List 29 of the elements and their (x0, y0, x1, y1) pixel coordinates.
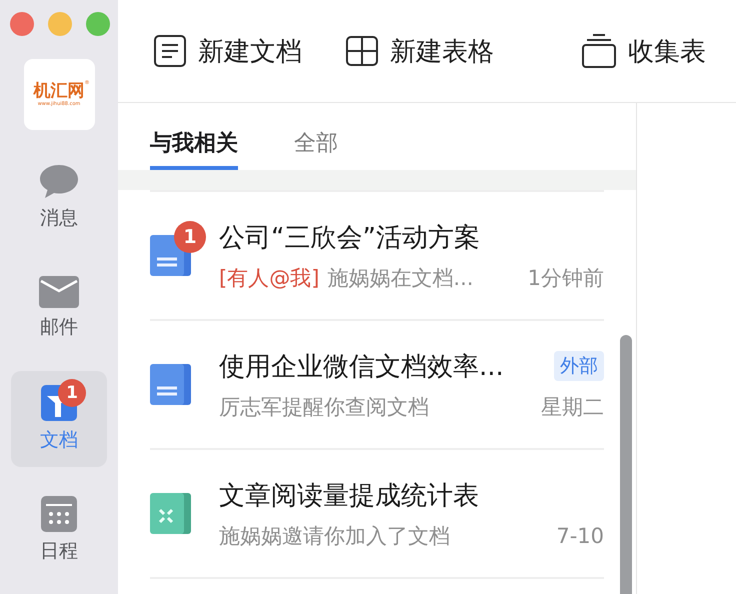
mention-label: [有人@我] (219, 264, 320, 292)
sidebar-item[interactable]: 文档 1 (11, 371, 107, 467)
document-activity: 厉志军提醒你查阅文档 (219, 394, 429, 420)
document-row[interactable]: 使用企业微信文档效率... 外部 厉志军提醒你查阅文档 星期二 (150, 319, 604, 448)
document-row[interactable]: 文章阅读量提成统计表 施娲娲邀请你加入了文档 7-10 (150, 448, 604, 577)
unread-badge: 1 (58, 379, 86, 407)
sidebar-item[interactable]: 日程 (11, 482, 107, 578)
sidebar-label: 文档 (40, 428, 78, 453)
document-activity: 施娲娲邀请你加入了文档 (219, 522, 450, 550)
logo-name: 机汇网 (34, 82, 84, 100)
document-title: 使用企业微信文档效率... (219, 350, 504, 384)
document-title: 文章阅读量提成统计表 (219, 480, 479, 512)
sidebar-item[interactable]: 邮件 (11, 260, 107, 356)
toolbar-button[interactable]: 新建文档 (154, 34, 302, 68)
document-time: 星期二 (541, 394, 604, 420)
sidebar-label: 邮件 (40, 315, 78, 340)
document-title: 公司“三欣会”活动方案 (219, 222, 480, 254)
sidebar-label: 消息 (40, 206, 78, 231)
tab[interactable]: 全部 (294, 128, 338, 170)
document-time: 7-10 (556, 524, 604, 548)
sidebar-label: 日程 (40, 539, 78, 564)
unread-badge: 1 (174, 221, 206, 253)
document-time: 1分钟前 (528, 264, 604, 292)
toolbar-button[interactable]: 收集表 (582, 34, 706, 68)
toolbar-button[interactable]: 新建表格 (346, 34, 494, 68)
external-tag: 外部 (554, 351, 604, 381)
sidebar-item[interactable]: 消息 (11, 149, 107, 245)
document-activity: 施娲娲在文档... (327, 264, 474, 292)
document-row[interactable]: 1 公司“三欣会”活动方案 [有人@我] 施娲娲在文档... 1分钟前 (150, 190, 604, 319)
